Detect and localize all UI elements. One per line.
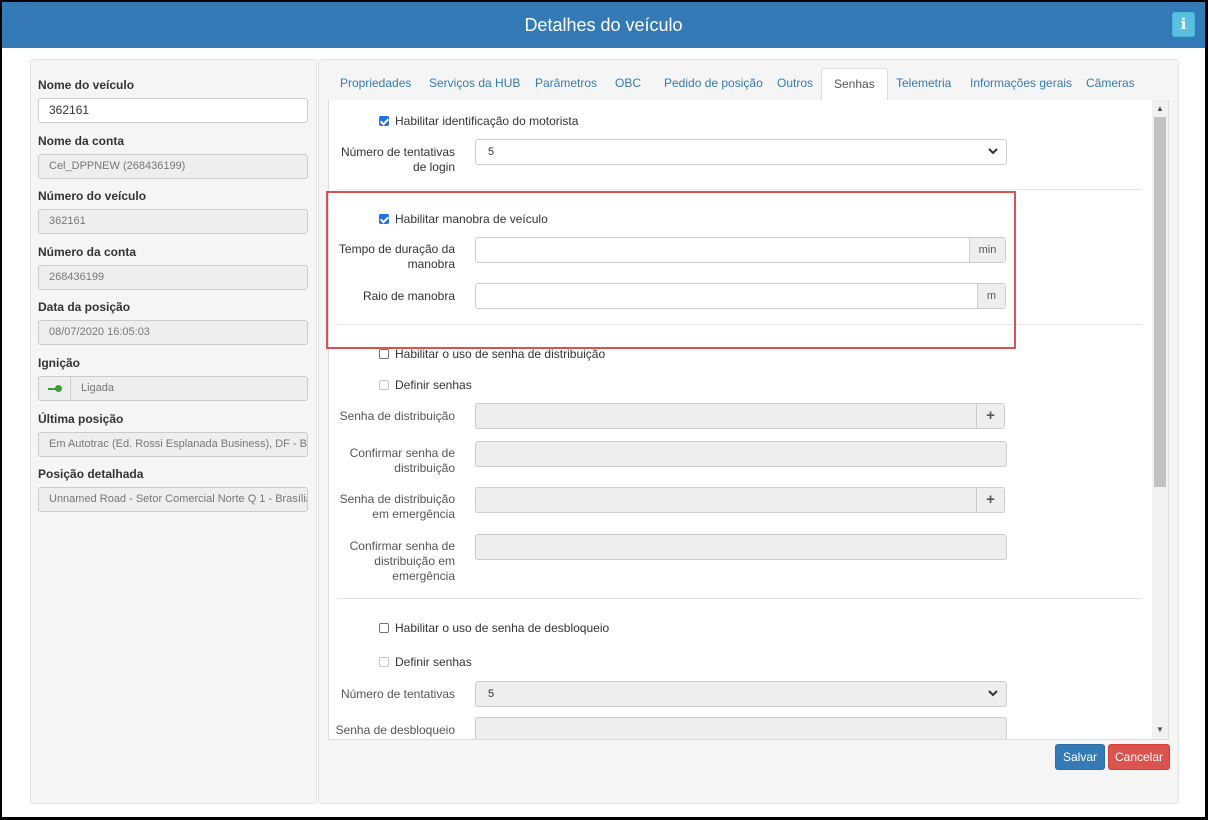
detailed-position-input: Unnamed Road - Setor Comercial Norte Q 1… (38, 487, 308, 512)
unlock-checkbox[interactable] (379, 623, 389, 633)
tab-informacoes-gerais[interactable]: Informações gerais (958, 68, 1084, 101)
vehicle-name-input[interactable]: 362161 (38, 98, 308, 123)
last-position-label: Última posição (38, 412, 124, 426)
info-icon[interactable]: i (1172, 12, 1195, 37)
distribution-checkbox-label: Habilitar o uso de senha de distribuição (395, 347, 606, 361)
driver-id-checkbox[interactable] (379, 116, 389, 126)
account-name-label: Nome da conta (38, 134, 125, 148)
tab-senhas[interactable]: Senhas (821, 68, 888, 102)
ignition-field: Ignição Ligada (38, 356, 308, 401)
tab-obc[interactable]: OBC (603, 68, 653, 101)
unlock-attempts-select: 5 (475, 681, 1007, 707)
account-number-input: 268436199 (38, 265, 308, 290)
position-date-label: Data da posição (38, 300, 131, 314)
distribution-password-label: Senha de distribuição (339, 409, 455, 423)
ignition-value: Ligada (81, 382, 115, 394)
tab-cameras[interactable]: Câmeras (1074, 68, 1147, 101)
maneuver-highlight-box (326, 191, 1016, 349)
distribution-checkbox[interactable] (379, 349, 389, 359)
divider (337, 189, 1142, 190)
distribution-define-checkbox (379, 380, 389, 390)
position-date-field: Data da posição 08/07/2020 16:05:03 (38, 300, 308, 345)
tab-servicos-hub[interactable]: Serviços da HUB (417, 68, 532, 101)
distribution-define-label: Definir senhas (395, 378, 472, 392)
login-attempts-label: Número de tentativas de login (340, 145, 455, 174)
vehicle-name-field: Nome do veículo 362161 (38, 78, 308, 123)
window-title: Detalhes do veículo (524, 15, 683, 35)
title-bar: Detalhes do veículo i (2, 2, 1205, 48)
cancel-button[interactable]: Cancelar (1108, 744, 1170, 770)
distribution-emergency-label: Senha de distribuição em emergência (339, 492, 455, 521)
last-position-input: Em Autotrac (Ed. Rossi Esplanada Busines… (38, 432, 308, 457)
vehicle-name-label: Nome do veículo (38, 78, 135, 92)
detailed-position-field: Posição detalhada Unnamed Road - Setor C… (38, 467, 308, 512)
unlock-password-input (475, 717, 1007, 739)
details-tabs-panel: Propriedades Serviços da HUB Parâmetros … (318, 59, 1179, 804)
key-icon (39, 377, 71, 400)
unlock-define-label: Definir senhas (395, 655, 472, 669)
detailed-position-label: Posição detalhada (38, 467, 144, 481)
vehicle-details-window: Detalhes do veículo i Nome do veículo 36… (2, 2, 1205, 817)
driver-id-checkbox-label: Habilitar identificação do motorista (395, 114, 579, 128)
driver-id-checkbox-row[interactable]: Habilitar identificação do motorista (379, 114, 578, 128)
unlock-attempts-label: Número de tentativas (340, 687, 455, 701)
unlock-checkbox-label: Habilitar o uso de senha de desbloqueio (395, 621, 610, 635)
scroll-up-icon[interactable]: ▲ (1155, 104, 1165, 113)
vehicle-number-field: Número do veículo 362161 (38, 189, 308, 234)
tab-pedido-posicao[interactable]: Pedido de posição (652, 68, 775, 101)
vehicle-number-label: Número do veículo (38, 189, 147, 203)
tab-propriedades[interactable]: Propriedades (328, 68, 423, 101)
login-attempts-select[interactable]: 5 (475, 139, 1007, 165)
tab-bar: Propriedades Serviços da HUB Parâmetros … (328, 68, 1169, 102)
scroll-down-icon[interactable]: ▼ (1155, 725, 1165, 734)
tab-outros[interactable]: Outros (765, 68, 825, 101)
distribution-define-row: Definir senhas (379, 378, 472, 392)
distribution-confirm-emergency-input (475, 534, 1007, 560)
unlock-password-label: Senha de desbloqueio (335, 723, 455, 737)
distribution-emergency-input: + (475, 487, 1005, 513)
unlock-define-checkbox (379, 657, 389, 667)
account-name-input: Cel_DPPNEW (268436199) (38, 154, 308, 179)
tab-telemetria[interactable]: Telemetria (884, 68, 963, 101)
vehicle-number-input: 362161 (38, 209, 308, 234)
scroll-thumb[interactable] (1154, 117, 1166, 487)
ignition-input: Ligada (38, 376, 308, 401)
account-number-label: Número da conta (38, 245, 137, 259)
last-position-field: Última posição Em Autotrac (Ed. Rossi Es… (38, 412, 308, 457)
distribution-confirm-emergency-label: Confirmar senha de distribuição em emerg… (349, 539, 455, 583)
vehicle-summary-panel: Nome do veículo 362161 Nome da conta Cel… (30, 59, 317, 804)
ignition-label: Ignição (38, 356, 81, 370)
chevron-down-icon (988, 148, 998, 155)
unlock-attempts-value: 5 (488, 688, 495, 700)
content-scrollbar[interactable]: ▲ ▼ (1152, 100, 1168, 739)
save-button[interactable]: Salvar (1055, 744, 1105, 770)
plus-icon: + (976, 488, 1004, 512)
tab-parametros[interactable]: Parâmetros (523, 68, 609, 101)
distribution-password-input: + (475, 403, 1005, 429)
account-name-field: Nome da conta Cel_DPPNEW (268436199) (38, 134, 308, 179)
unlock-define-row: Definir senhas (379, 655, 472, 669)
distribution-checkbox-row[interactable]: Habilitar o uso de senha de distribuição (379, 347, 605, 361)
plus-icon: + (976, 404, 1004, 428)
chevron-down-icon (988, 690, 998, 697)
unlock-checkbox-row[interactable]: Habilitar o uso de senha de desbloqueio (379, 621, 609, 635)
divider (337, 598, 1142, 599)
login-attempts-value: 5 (488, 146, 495, 158)
distribution-confirm-label: Confirmar senha de distribuição (349, 446, 455, 475)
account-number-field: Número da conta 268436199 (38, 245, 308, 290)
position-date-input: 08/07/2020 16:05:03 (38, 320, 308, 345)
distribution-confirm-input (475, 441, 1007, 467)
